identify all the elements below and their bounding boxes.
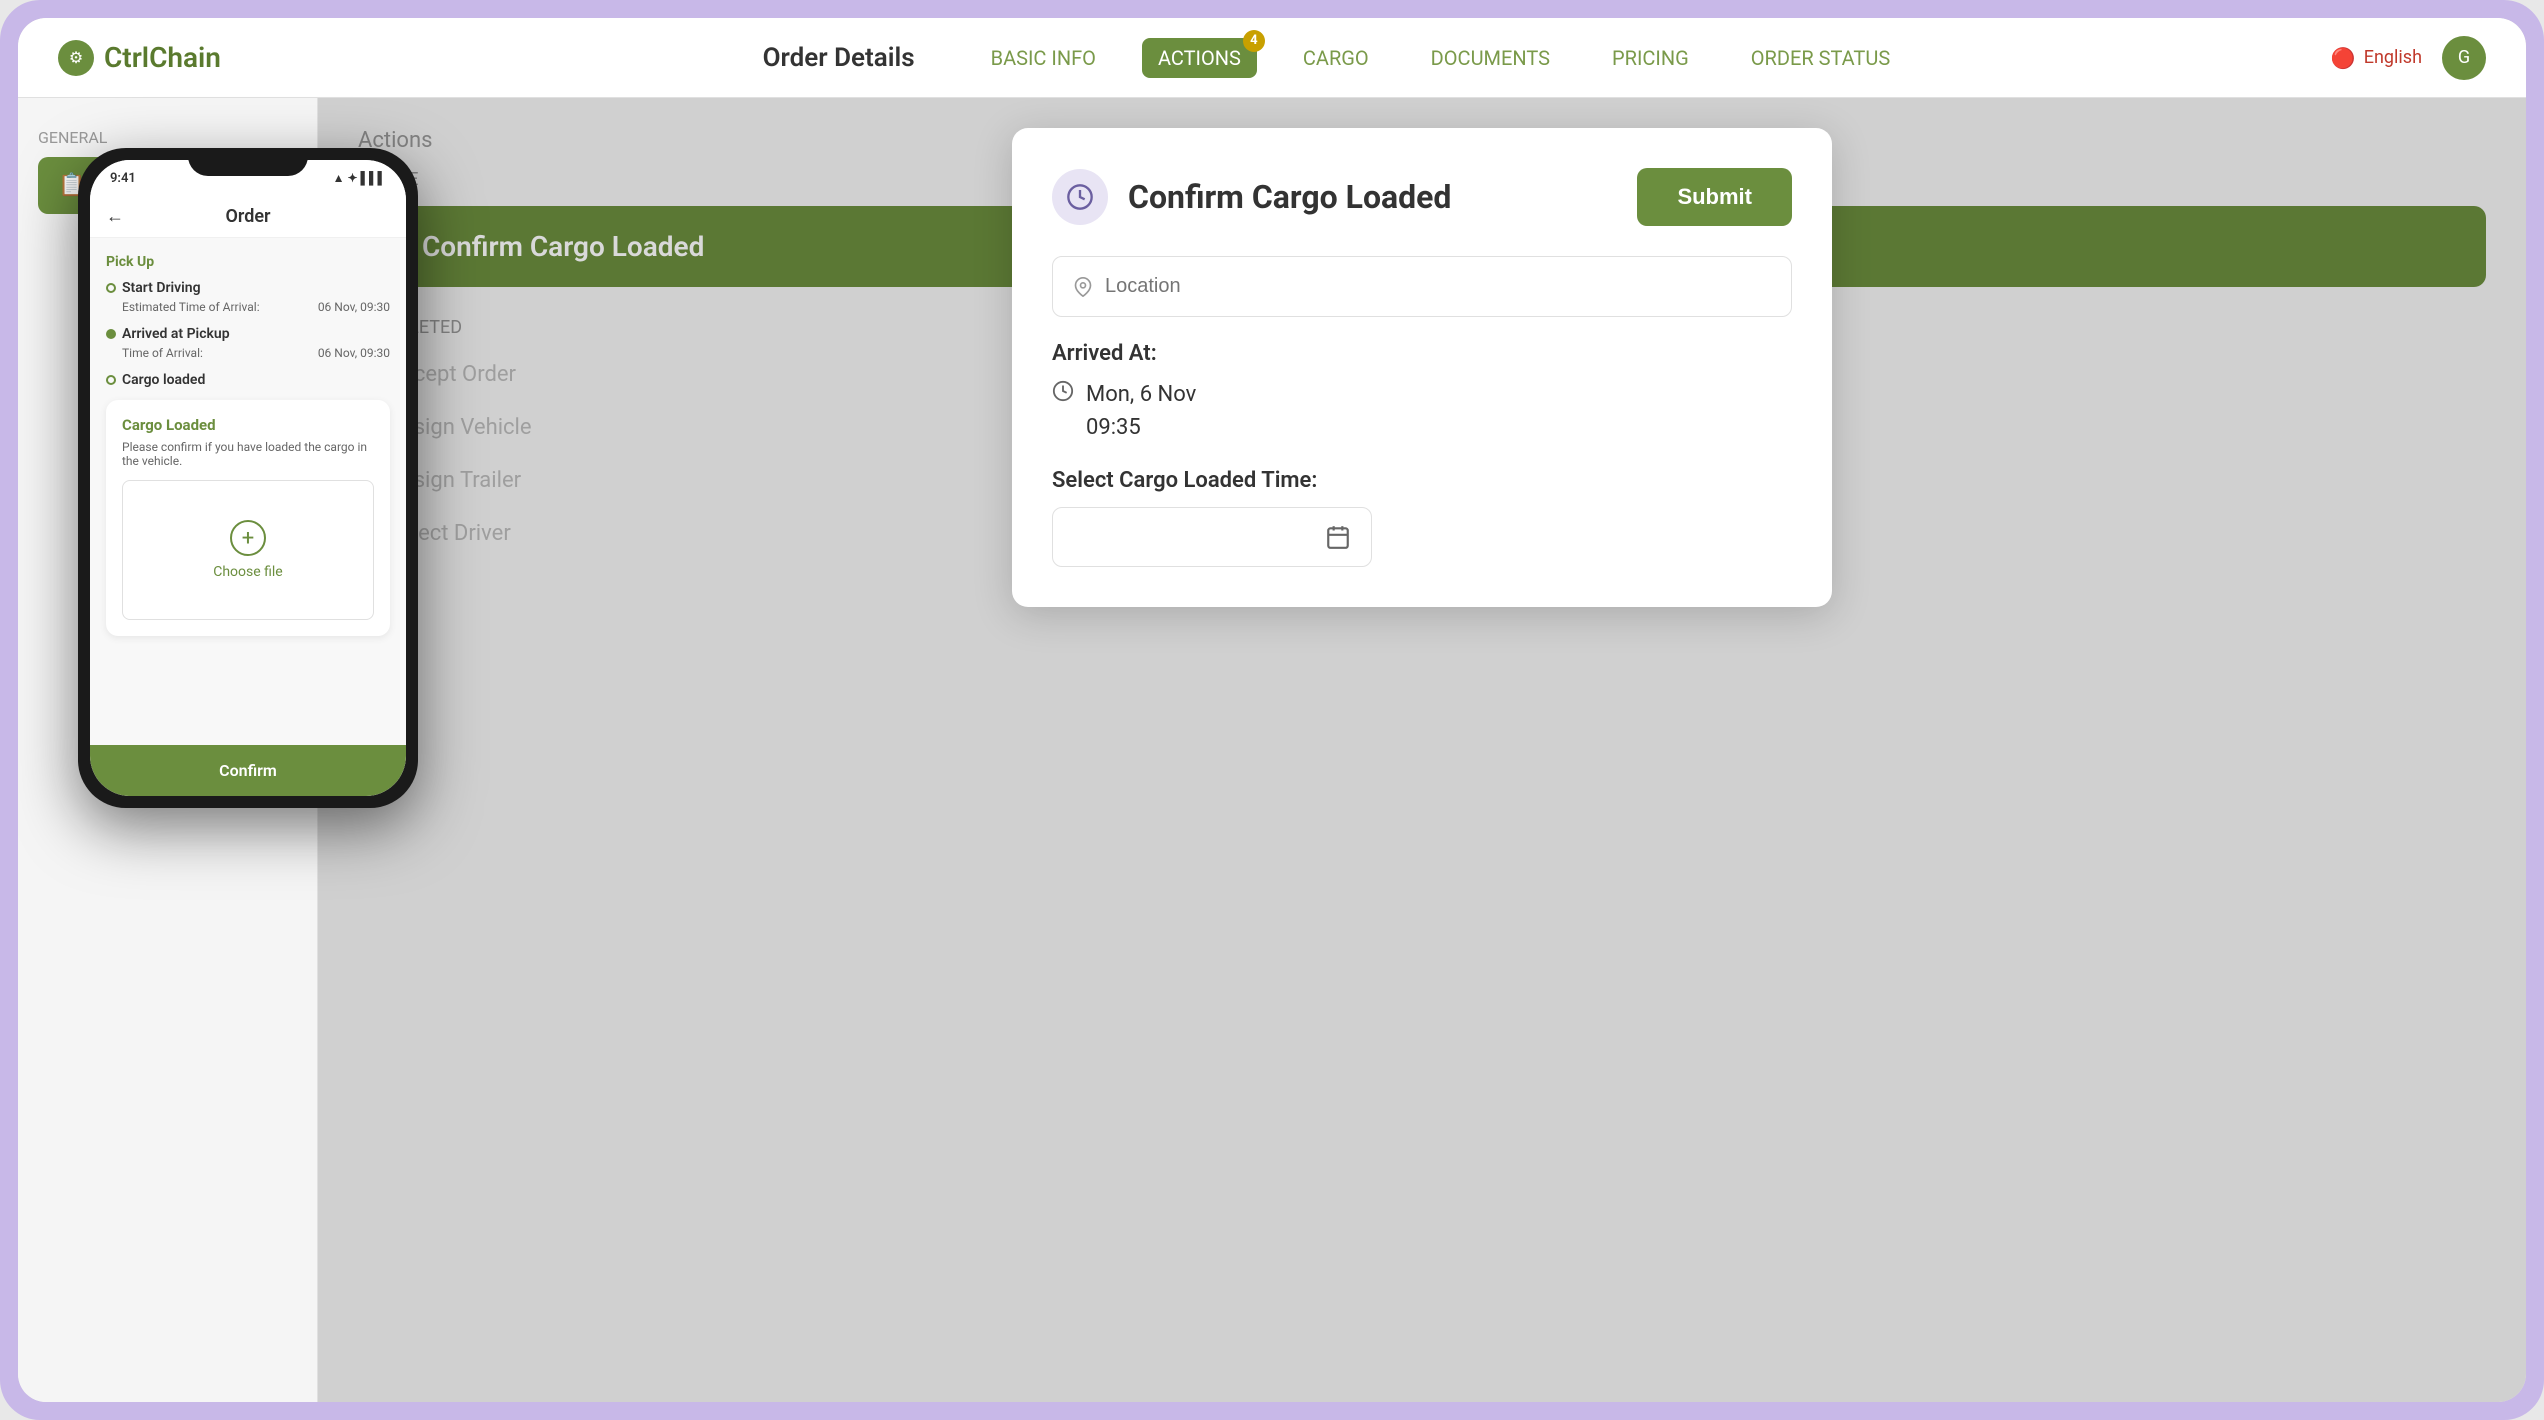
step-title: Arrived at Pickup [106,326,390,342]
location-input-wrapper[interactable] [1052,256,1792,317]
actions-badge: 4 [1243,30,1265,52]
phone-container: 9:41 ▲ ✦ ▌▌▌ ← Order Pick Up [78,148,418,808]
step-detail: Estimated Time of Arrival: 06 Nov, 09:30 [106,296,390,318]
arrived-day: Mon, 6 Nov [1086,378,1196,411]
cargo-card-desc: Please confirm if you have loaded the ca… [122,440,374,468]
step-detail-value: 06 Nov, 09:30 [318,346,390,360]
cargo-card: Cargo Loaded Please confirm if you have … [106,400,390,636]
tab-cargo[interactable]: CARGO [1287,38,1385,78]
inner-bg: ⚙ CtrlChain Order Details BASIC INFO ACT… [18,18,2526,1402]
pickup-section-label: Pick Up [106,254,390,270]
step-title: Start Driving [106,280,390,296]
nav-tabs: BASIC INFO ACTIONS 4 CARGO DOCUMENTS PRI… [975,38,1907,78]
modal-title-area: Confirm Cargo Loaded [1052,169,1451,225]
step-label: Start Driving [122,280,201,296]
step-dot-green [106,329,116,339]
modal-header: Confirm Cargo Loaded Submit [1052,168,1792,226]
tab-pricing[interactable]: PRICING [1596,38,1705,78]
tab-basic-info[interactable]: BASIC INFO [975,38,1112,78]
user-avatar: G [2442,36,2486,80]
plus-icon: + [230,520,266,556]
tab-actions[interactable]: ACTIONS 4 [1142,38,1257,78]
nav-center: Order Details BASIC INFO ACTIONS 4 CARGO… [338,38,2331,78]
arrived-clock: 09:35 [1086,411,1196,444]
step-cargo-loaded: Cargo loaded [106,372,390,388]
submit-button[interactable]: Submit [1637,168,1792,226]
status-time: 9:41 [110,171,136,186]
step-dot-outline [106,375,116,385]
time-icon [1052,380,1074,408]
step-start-driving: Start Driving Estimated Time of Arrival:… [106,280,390,318]
file-upload-area[interactable]: + Choose file [122,480,374,620]
page-title: Order Details [763,43,915,73]
phone-content: Pick Up Start Driving Estimated Time of … [90,238,406,774]
step-label: Arrived at Pickup [122,326,230,342]
step-label: Cargo loaded [122,372,205,388]
logo-text: CtrlChain [104,41,221,74]
arrived-time-area: Mon, 6 Nov 09:35 [1052,378,1792,444]
nav-right: 🔴 English G [2331,36,2486,80]
phone-screen: 9:41 ▲ ✦ ▌▌▌ ← Order Pick Up [90,160,406,796]
phone-frame: 9:41 ▲ ✦ ▌▌▌ ← Order Pick Up [78,148,418,808]
modal-overlay: Confirm Cargo Loaded Submit Arrived At: [318,98,2526,1402]
outer-container: ⚙ CtrlChain Order Details BASIC INFO ACT… [0,0,2544,1420]
top-nav: ⚙ CtrlChain Order Details BASIC INFO ACT… [18,18,2526,98]
tab-order-status[interactable]: ORDER STATUS [1735,38,1906,78]
confirm-cargo-modal: Confirm Cargo Loaded Submit Arrived At: [1012,128,1832,607]
step-title: Cargo loaded [106,372,390,388]
cargo-card-title: Cargo Loaded [122,416,374,434]
arrived-at-label: Arrived At: [1052,341,1792,366]
lang-button[interactable]: 🔴 English [2331,46,2422,70]
tab-documents[interactable]: DOCUMENTS [1415,38,1566,78]
step-detail-label: Estimated Time of Arrival: [122,300,260,314]
step-arrived-pickup: Arrived at Pickup Time of Arrival: 06 No… [106,326,390,364]
step-detail: Time of Arrival: 06 Nov, 09:30 [106,342,390,364]
location-input[interactable] [1105,275,1771,298]
arrived-time-text: Mon, 6 Nov 09:35 [1086,378,1196,444]
sidebar-section-label: GENERAL [38,128,297,147]
phone-header-title: Order [225,206,270,227]
phone-confirm-button[interactable]: Confirm [90,745,406,796]
cargo-time-label: Select Cargo Loaded Time: [1052,468,1792,493]
modal-title: Confirm Cargo Loaded [1128,178,1451,216]
logo-icon: ⚙ [58,40,94,76]
location-icon [1073,277,1093,297]
datetime-input[interactable] [1052,507,1372,567]
phone-notch [188,148,308,176]
phone-header: ← Order [90,196,406,238]
lang-label: English [2364,47,2422,68]
step-dot-outline [106,283,116,293]
logo-area: ⚙ CtrlChain [58,40,338,76]
modal-clock-icon [1052,169,1108,225]
status-icons: ▲ ✦ ▌▌▌ [333,171,386,185]
step-detail-value: 06 Nov, 09:30 [318,300,390,314]
calendar-icon [1325,524,1351,550]
step-detail-label: Time of Arrival: [122,346,203,360]
phone-back-button[interactable]: ← [106,206,124,227]
choose-file-text: Choose file [213,564,283,580]
